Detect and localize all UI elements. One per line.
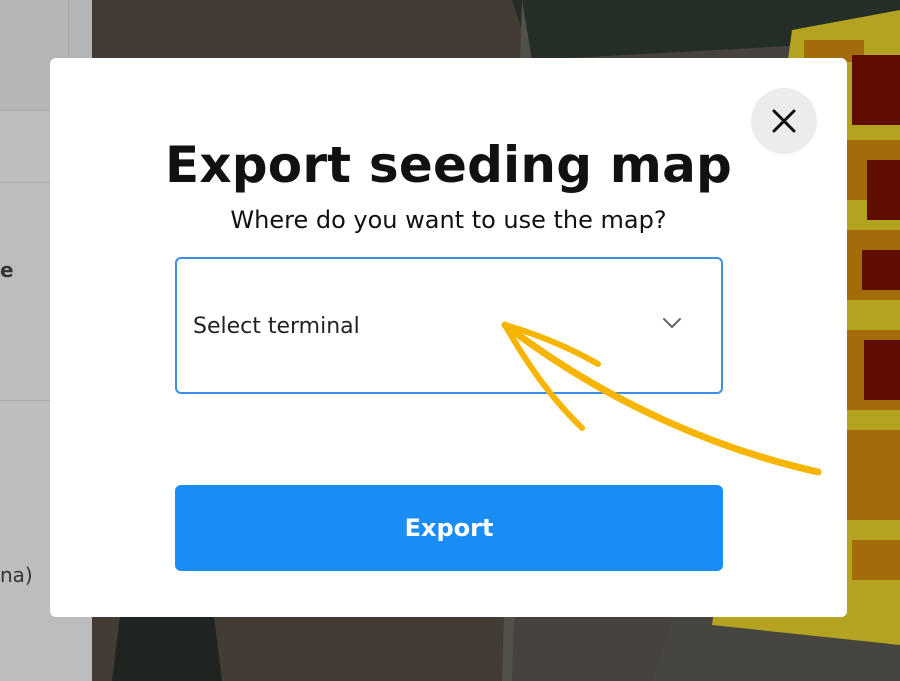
sidebar-label: e <box>0 258 14 282</box>
terminal-select[interactable]: Select terminal <box>175 257 723 394</box>
chevron-down-icon <box>663 318 681 328</box>
close-icon <box>772 109 796 133</box>
sidebar-label: na) <box>0 563 33 587</box>
export-seeding-map-dialog: Export seeding map Where do you want to … <box>50 58 847 617</box>
dialog-subtitle: Where do you want to use the map? <box>230 206 667 234</box>
terminal-select-value: Select terminal <box>193 314 360 339</box>
dialog-title: Export seeding map <box>164 136 733 194</box>
export-button[interactable]: Export <box>175 485 723 571</box>
